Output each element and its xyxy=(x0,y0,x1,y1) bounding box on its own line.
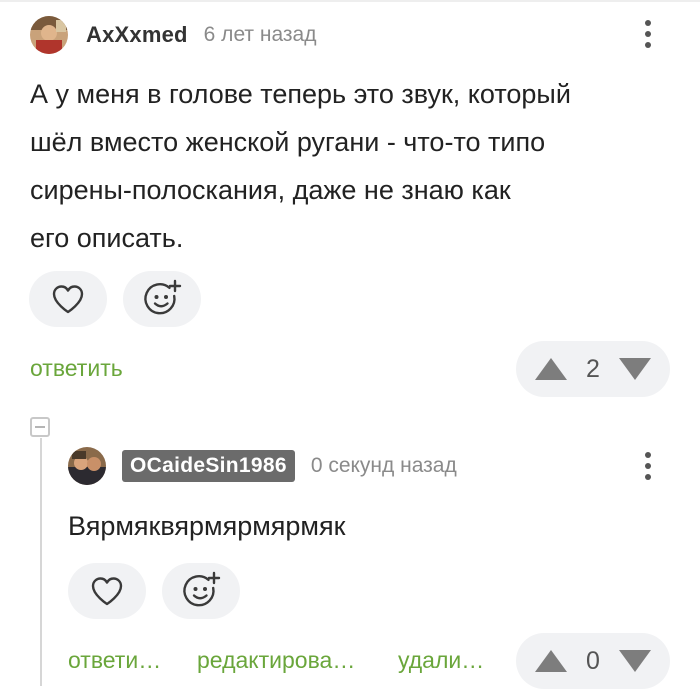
username[interactable]: AxXxmed xyxy=(86,22,188,48)
comment-text-line: его описать. xyxy=(30,223,184,253)
rating-count: 2 xyxy=(586,354,600,383)
edit-link[interactable]: редактирова… xyxy=(197,647,355,674)
emoji-add-icon xyxy=(183,571,221,607)
like-button[interactable] xyxy=(29,271,107,327)
top-divider xyxy=(0,0,700,2)
rating-count: 0 xyxy=(586,646,600,675)
reply-link[interactable]: ответить xyxy=(30,355,123,382)
comment-text-line: А у меня в голове теперь это звук, котор… xyxy=(30,79,571,109)
comment-1-header: AxXxmed 6 лет назад xyxy=(30,16,316,54)
add-reaction-button[interactable] xyxy=(162,563,240,619)
emoji-add-icon xyxy=(144,279,182,315)
username[interactable]: OCaideSin1986 xyxy=(122,450,295,482)
rating-box: 0 xyxy=(516,633,670,689)
heart-icon xyxy=(52,285,84,314)
timestamp[interactable]: 0 секунд назад xyxy=(311,454,457,478)
comment-2-header: OCaideSin1986 0 секунд назад xyxy=(68,447,457,485)
arrow-down-icon[interactable] xyxy=(618,357,652,381)
collapse-thread-icon[interactable] xyxy=(30,417,50,437)
comment-text: Вярмяквярмярмярмяк xyxy=(68,511,346,541)
timestamp[interactable]: 6 лет назад xyxy=(204,23,317,47)
rating-box: 2 xyxy=(516,341,670,397)
arrow-up-icon[interactable] xyxy=(534,357,568,381)
kebab-menu-icon[interactable] xyxy=(638,448,658,484)
delete-link[interactable]: удали… xyxy=(398,647,484,674)
user-avatar[interactable] xyxy=(68,447,106,485)
arrow-down-icon[interactable] xyxy=(618,649,652,673)
thread-line[interactable] xyxy=(40,438,42,686)
like-button[interactable] xyxy=(68,563,146,619)
arrow-up-icon[interactable] xyxy=(534,649,568,673)
add-reaction-button[interactable] xyxy=(123,271,201,327)
user-avatar[interactable] xyxy=(30,16,68,54)
kebab-menu-icon[interactable] xyxy=(638,16,658,52)
reply-link[interactable]: ответи… xyxy=(68,647,161,674)
heart-icon xyxy=(91,577,123,606)
comment-text-line: сирены-полоскания, даже не знаю как xyxy=(30,175,511,205)
comment-text: А у меня в голове теперь это звук, котор… xyxy=(30,70,680,262)
comment-text-line: шёл вместо женской ругани - что-то типо xyxy=(30,127,546,157)
